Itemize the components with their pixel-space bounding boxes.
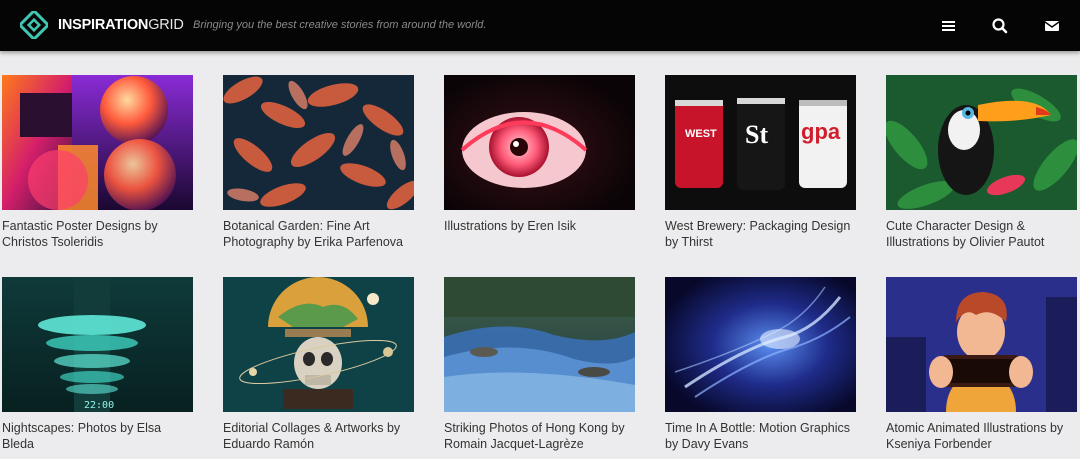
article-title[interactable]: Illustrations by Eren Isik bbox=[444, 218, 635, 234]
article-title[interactable]: West Brewery: Packaging Design by Thirst bbox=[665, 218, 856, 250]
can-label-1: WEST bbox=[685, 128, 717, 140]
article-thumbnail[interactable] bbox=[223, 75, 414, 210]
logo-icon[interactable] bbox=[20, 11, 48, 39]
article-thumbnail[interactable] bbox=[223, 277, 414, 412]
article-title[interactable]: Fantastic Poster Designs by Christos Tso… bbox=[2, 218, 193, 250]
article-thumbnail[interactable] bbox=[444, 277, 635, 412]
mail-icon[interactable] bbox=[1042, 16, 1062, 36]
article-thumbnail[interactable] bbox=[444, 75, 635, 210]
menu-icon[interactable] bbox=[939, 16, 959, 36]
article-title[interactable]: Atomic Animated Illustrations by Kseniya… bbox=[886, 420, 1077, 452]
search-icon[interactable] bbox=[990, 16, 1010, 36]
site-tagline: Bringing you the best creative stories f… bbox=[193, 19, 487, 31]
article-title[interactable]: Cute Character Design & Illustrations by… bbox=[886, 218, 1077, 250]
article-thumbnail[interactable]: 22:00 bbox=[2, 277, 193, 412]
article-title[interactable]: Botanical Garden: Fine Art Photography b… bbox=[223, 218, 414, 250]
article-thumbnail[interactable] bbox=[886, 75, 1077, 210]
article-thumbnail[interactable] bbox=[665, 277, 856, 412]
article-thumbnail[interactable] bbox=[2, 75, 193, 210]
article-thumbnail[interactable] bbox=[886, 277, 1077, 412]
article-title[interactable]: Editorial Collages & Artworks by Eduardo… bbox=[223, 420, 414, 452]
top-nav-bar: INSPIRATIONGRID Bringing you the best cr… bbox=[0, 0, 1080, 51]
can-label-3: gpa bbox=[801, 119, 841, 144]
article-thumbnail[interactable]: WEST St gpa bbox=[665, 75, 856, 210]
brand-name[interactable]: INSPIRATIONGRID bbox=[58, 17, 184, 33]
can-label-2: St bbox=[745, 120, 768, 149]
article-title[interactable]: Striking Photos of Hong Kong by Romain J… bbox=[444, 420, 635, 452]
article-title[interactable]: Nightscapes: Photos by Elsa Bleda bbox=[2, 420, 193, 452]
article-title[interactable]: Time In A Bottle: Motion Graphics by Dav… bbox=[665, 420, 856, 452]
clock-readout: 22:00 bbox=[84, 400, 114, 411]
